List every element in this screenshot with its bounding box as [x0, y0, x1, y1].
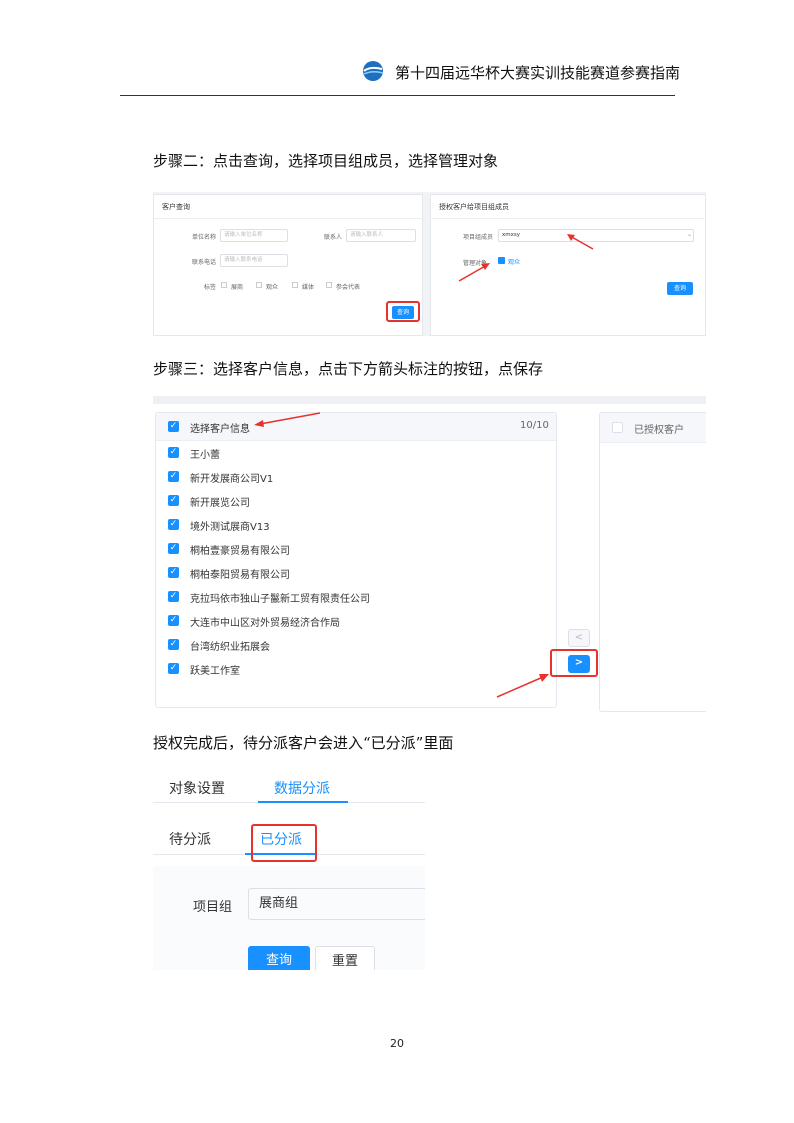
red-arrow-icon — [567, 234, 594, 250]
member-query-button[interactable]: 查询 — [667, 282, 693, 295]
highlight-box — [550, 649, 598, 677]
red-arrow-icon — [254, 412, 321, 427]
phone-label: 联系电话 — [192, 259, 217, 266]
company-name-input[interactable]: 请输入单位名称 — [220, 229, 288, 242]
list-item-checkbox[interactable]: ✓ — [168, 591, 179, 602]
member-label: 项目组成员 — [463, 234, 494, 241]
list-item-checkbox[interactable]: ✓ — [168, 543, 179, 554]
step2-text: 步骤二：点击查询，选择项目组成员，选择管理对象 — [153, 152, 499, 170]
project-group-select[interactable]: 展商组 — [248, 888, 425, 920]
tag-visitor-checkbox[interactable] — [256, 282, 262, 288]
red-arrow-icon — [496, 674, 549, 698]
document-header-title: 第十四届远华杯大赛实训技能赛道参赛指南 — [395, 64, 681, 82]
tag-exhibitor-label: 展商 — [231, 284, 244, 291]
chevron-down-icon: ⌄ — [687, 231, 693, 238]
list-item[interactable]: 境外测试展商V13 — [190, 518, 270, 533]
list-header-label: 选择客户信息 — [190, 424, 250, 435]
authorized-customer-list: 已授权客户 — [599, 412, 706, 712]
authorized-header-label: 已授权客户 — [634, 425, 684, 436]
company-name-label: 单位名称 — [192, 234, 217, 241]
contact-input[interactable]: 请输入联系人 — [346, 229, 416, 242]
selection-count: 10/10 — [520, 420, 549, 431]
list-item[interactable]: 大连市中山区对外贸易经济合作局 — [190, 614, 340, 629]
member-select[interactable]: xmxsy — [498, 229, 694, 242]
tab-object-settings[interactable]: 对象设置 — [169, 778, 225, 798]
page-number: 20 — [390, 1037, 404, 1050]
authorized-select-all-checkbox[interactable] — [612, 422, 623, 433]
list-item-checkbox[interactable]: ✓ — [168, 471, 179, 482]
list-item-checkbox[interactable]: ✓ — [168, 663, 179, 674]
list-item[interactable]: 台湾纺织业拓展会 — [190, 638, 270, 653]
reset-button[interactable]: 重置 — [315, 946, 375, 970]
step3-text: 步骤三：选择客户信息，点击下方箭头标注的按钮，点保存 — [153, 360, 544, 378]
authorize-member-panel: 授权客户给项目组成员 项目组成员 xmxsy ⌄ 管理对象 观众 查询 — [430, 194, 706, 336]
manage-visitor-checkbox[interactable] — [498, 257, 505, 264]
list-item-checkbox[interactable]: ✓ — [168, 615, 179, 626]
tag-media-label: 媒体 — [302, 284, 315, 291]
tag-media-checkbox[interactable] — [292, 282, 298, 288]
logo-icon — [363, 61, 384, 81]
select-all-checkbox[interactable]: ✓ — [168, 421, 179, 432]
tag-label: 标签 — [204, 284, 217, 291]
list-item[interactable]: 王小蕾 — [190, 446, 220, 461]
list-item[interactable]: 跃美工作室 — [190, 662, 240, 677]
highlight-box — [386, 301, 420, 322]
screenshot-customer-query: 客户查询 单位名称 请输入单位名称 联系人 请输入联系人 联系电话 请输入联系电… — [153, 192, 706, 336]
list-item-checkbox[interactable]: ✓ — [168, 495, 179, 506]
active-tab-underline — [258, 801, 348, 803]
list-item[interactable]: 克拉玛依市独山子鬣新工贸有限责任公司 — [190, 590, 370, 605]
list-item[interactable]: 新开发展商公司V1 — [190, 470, 273, 485]
query-button[interactable]: 查询 — [248, 946, 310, 970]
after-text: 授权完成后，待分派客户会进入“已分派”里面 — [153, 734, 454, 752]
list-item-checkbox[interactable]: ✓ — [168, 519, 179, 530]
project-group-label: 项目组 — [193, 900, 233, 915]
tab-data-assignment[interactable]: 数据分派 — [274, 778, 330, 798]
highlight-box — [251, 824, 317, 862]
move-left-button[interactable]: < — [568, 629, 590, 647]
tag-exhibitor-checkbox[interactable] — [221, 282, 227, 288]
phone-input[interactable]: 请输入联系电话 — [220, 254, 288, 267]
panel-title: 授权客户给项目组成员 — [431, 195, 705, 219]
tag-delegate-checkbox[interactable] — [326, 282, 332, 288]
customer-source-list: ✓ 选择客户信息 10/10 ✓ 王小蕾 ✓ 新开发展商公司V1 ✓ 新开展览公… — [155, 412, 557, 708]
manage-visitor-label: 观众 — [508, 259, 521, 266]
tab-unassigned[interactable]: 待分派 — [169, 829, 211, 849]
contact-label: 联系人 — [324, 234, 343, 241]
list-item-checkbox[interactable]: ✓ — [168, 639, 179, 650]
screenshot-assignment-tabs: 对象设置 数据分派 待分派 已分派 项目组 展商组 查询 重置 — [153, 766, 425, 970]
tag-delegate-label: 参会代表 — [336, 284, 361, 291]
tag-visitor-label: 观众 — [266, 284, 279, 291]
customer-query-panel: 客户查询 单位名称 请输入单位名称 联系人 请输入联系人 联系电话 请输入联系电… — [153, 194, 423, 336]
list-item[interactable]: 桐柏泰阳贸易有限公司 — [190, 566, 290, 581]
list-item[interactable]: 新开展览公司 — [190, 494, 250, 509]
panel-title: 客户查询 — [154, 195, 422, 219]
top-band — [153, 396, 706, 404]
header-rule — [120, 95, 675, 96]
red-arrow-icon — [458, 263, 490, 282]
list-item-checkbox[interactable]: ✓ — [168, 447, 179, 458]
screenshot-customer-transfer: ✓ 选择客户信息 10/10 ✓ 王小蕾 ✓ 新开发展商公司V1 ✓ 新开展览公… — [153, 396, 706, 712]
list-item[interactable]: 桐柏壹豪贸易有限公司 — [190, 542, 290, 557]
list-item-checkbox[interactable]: ✓ — [168, 567, 179, 578]
